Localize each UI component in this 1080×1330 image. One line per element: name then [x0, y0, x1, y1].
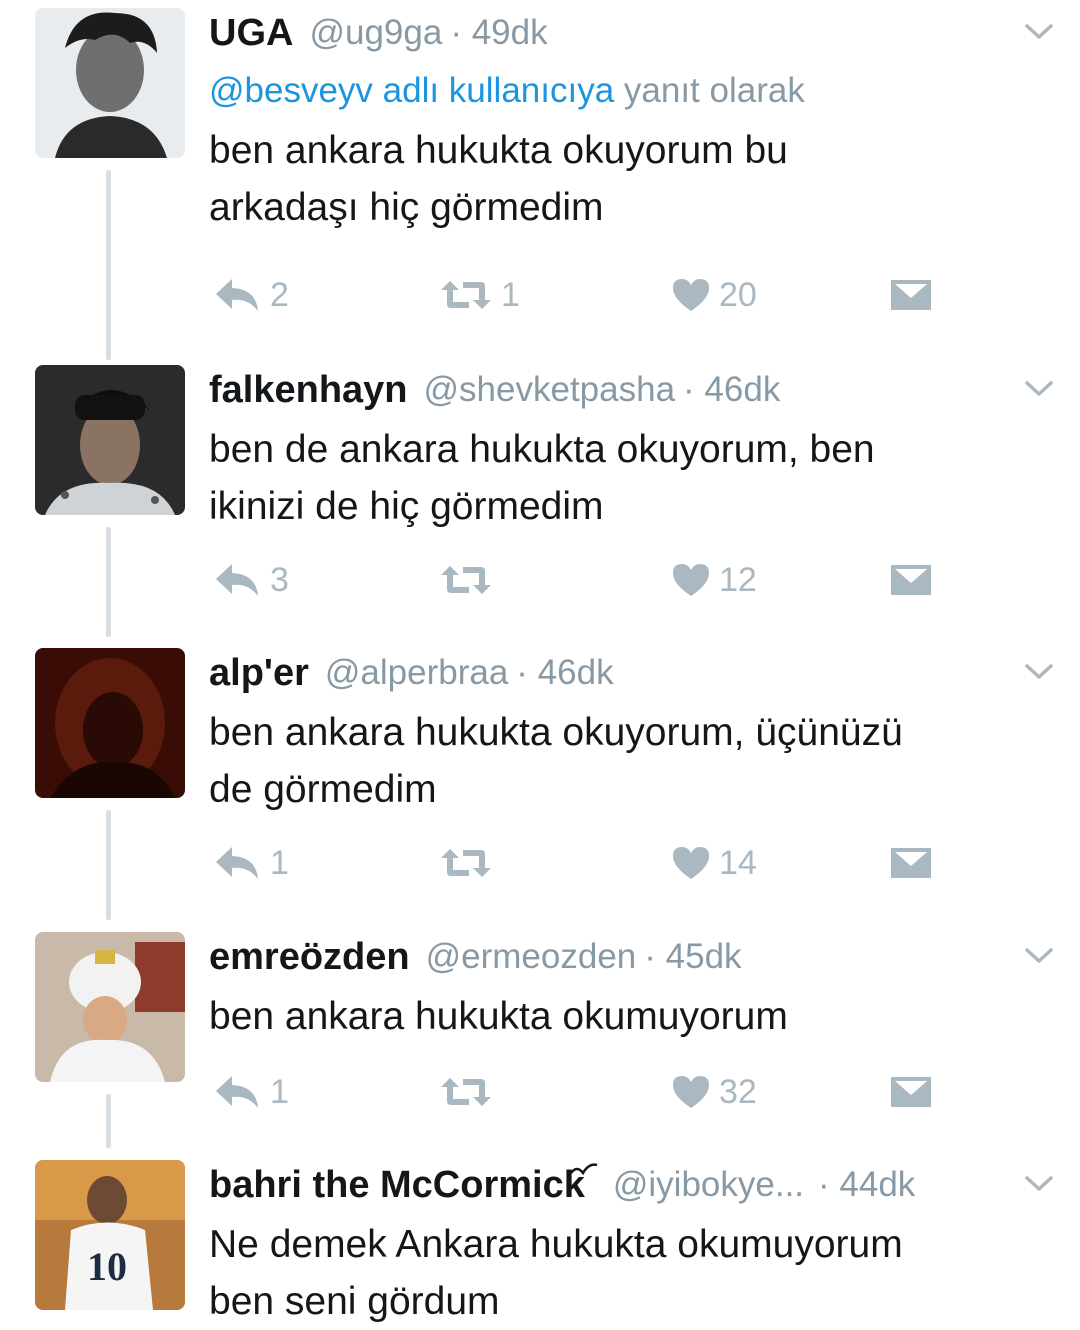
direct-message-icon	[891, 280, 931, 310]
reply-icon	[216, 564, 258, 596]
tweet-header: emreözden @ermeozden · 45dk	[209, 932, 1040, 982]
retweet-icon	[441, 1078, 491, 1106]
chevron-down-icon[interactable]	[1024, 22, 1054, 42]
reply-count: 1	[270, 843, 289, 882]
tweet-content: alp'er @alperbraa · 46dk ben ankara huku…	[209, 648, 1040, 818]
direct-message-icon	[891, 565, 931, 595]
chevron-down-icon[interactable]	[1024, 662, 1054, 682]
direct-message-button[interactable]	[889, 838, 933, 888]
reply-suffix: yanıt olarak	[614, 71, 805, 110]
tweet-actions: 2 1 20	[209, 270, 969, 320]
tweet-content: bahri the McCormick @iyibokye... · 44dk …	[209, 1160, 1040, 1330]
tweet-content: UGA @ug9ga · 49dk @besveyv adlı kullanıc…	[209, 8, 1040, 236]
avatar[interactable]	[35, 365, 185, 515]
username[interactable]: @alperbraa	[325, 653, 508, 693]
tweet-text: Ne demek Ankara hukukta okumuyorum ben s…	[209, 1223, 903, 1323]
thread-line	[106, 1094, 111, 1148]
avatar[interactable]	[35, 8, 185, 158]
retweet-icon	[441, 849, 491, 877]
like-button[interactable]: 14	[671, 838, 757, 888]
like-button[interactable]: 32	[671, 1067, 757, 1117]
reply-button[interactable]: 3	[214, 555, 289, 605]
like-button[interactable]: 12	[671, 555, 757, 605]
reply-icon	[216, 279, 258, 311]
tweet-content: falkenhayn @shevketpasha · 46dk ben de a…	[209, 365, 1040, 535]
avatar[interactable]	[35, 648, 185, 798]
display-name[interactable]: emreözden	[209, 936, 410, 979]
reply-icon	[216, 1076, 258, 1108]
reply-mention-link[interactable]: @besveyv adlı kullanıcıya	[209, 71, 614, 110]
thread-line	[106, 810, 111, 920]
display-name[interactable]: bahri the McCormick	[209, 1164, 585, 1207]
like-count: 32	[719, 1072, 757, 1111]
display-name[interactable]: alp'er	[209, 652, 309, 695]
tweet-header: alp'er @alperbraa · 46dk	[209, 648, 1040, 698]
svg-text:10: 10	[87, 1244, 127, 1289]
chevron-down-icon[interactable]	[1024, 379, 1054, 399]
heart-icon	[673, 1076, 709, 1108]
avatar[interactable]: 10	[35, 1160, 185, 1310]
retweet-count: 1	[501, 275, 520, 314]
bird-icon	[569, 1163, 598, 1176]
direct-message-button[interactable]	[889, 270, 933, 320]
username[interactable]: @ug9ga	[309, 13, 442, 53]
tweet-content: emreözden @ermeozden · 45dk ben ankara h…	[209, 932, 1040, 1045]
reply-count: 1	[270, 1072, 289, 1111]
tweet-actions: 1 32	[209, 1067, 969, 1117]
heart-icon	[673, 564, 709, 596]
heart-icon	[673, 847, 709, 879]
direct-message-button[interactable]	[889, 555, 933, 605]
reply-count: 2	[270, 275, 289, 314]
chevron-down-icon[interactable]	[1024, 1174, 1054, 1194]
chevron-down-icon[interactable]	[1024, 946, 1054, 966]
retweet-icon	[441, 566, 491, 594]
retweet-button[interactable]	[439, 838, 501, 888]
tweet-actions: 1 14	[209, 838, 969, 888]
retweet-icon	[441, 281, 491, 309]
like-count: 20	[719, 275, 757, 314]
direct-message-icon	[891, 848, 931, 878]
tweet-text: ben de ankara hukukta okuyorum, ben ikin…	[209, 428, 875, 528]
direct-message-button[interactable]	[889, 1067, 933, 1117]
timestamp[interactable]: · 49dk	[450, 13, 547, 53]
tweet-actions: 3 12	[209, 555, 969, 605]
retweet-button[interactable]	[439, 555, 501, 605]
tweet-text: ben ankara hukukta okuyorum bu arkadaşı …	[209, 129, 788, 229]
like-button[interactable]: 20	[671, 270, 757, 320]
thread-line	[106, 527, 111, 637]
retweet-button[interactable]	[439, 1067, 501, 1117]
replying-to: @besveyv adlı kullanıcıya yanıt olarak	[209, 66, 1040, 116]
thread-line	[106, 170, 111, 360]
username[interactable]: @iyibokye...	[613, 1165, 804, 1205]
heart-icon	[673, 279, 709, 311]
display-name[interactable]: UGA	[209, 12, 293, 55]
display-name[interactable]: falkenhayn	[209, 369, 408, 412]
reply-count: 3	[270, 560, 289, 599]
reply-icon	[216, 847, 258, 879]
reply-button[interactable]: 1	[214, 1067, 289, 1117]
avatar[interactable]	[35, 932, 185, 1082]
like-count: 14	[719, 843, 757, 882]
username[interactable]: @ermeozden	[426, 937, 637, 977]
timestamp[interactable]: · 44dk	[818, 1165, 915, 1205]
tweet-text: ben ankara hukukta okuyorum, üçünüzü de …	[209, 711, 903, 811]
direct-message-icon	[891, 1077, 931, 1107]
like-count: 12	[719, 560, 757, 599]
reply-button[interactable]: 1	[214, 838, 289, 888]
tweet-text: ben ankara hukukta okumuyorum	[209, 995, 788, 1038]
retweet-button[interactable]: 1	[439, 270, 520, 320]
tweet-header: bahri the McCormick @iyibokye... · 44dk	[209, 1160, 1040, 1210]
timestamp[interactable]: · 45dk	[644, 937, 741, 977]
tweet-header: UGA @ug9ga · 49dk	[209, 8, 1040, 58]
timestamp[interactable]: · 46dk	[683, 370, 780, 410]
reply-button[interactable]: 2	[214, 270, 289, 320]
username[interactable]: @shevketpasha	[424, 370, 676, 410]
tweet-header: falkenhayn @shevketpasha · 46dk	[209, 365, 1040, 415]
timestamp[interactable]: · 46dk	[516, 653, 613, 693]
